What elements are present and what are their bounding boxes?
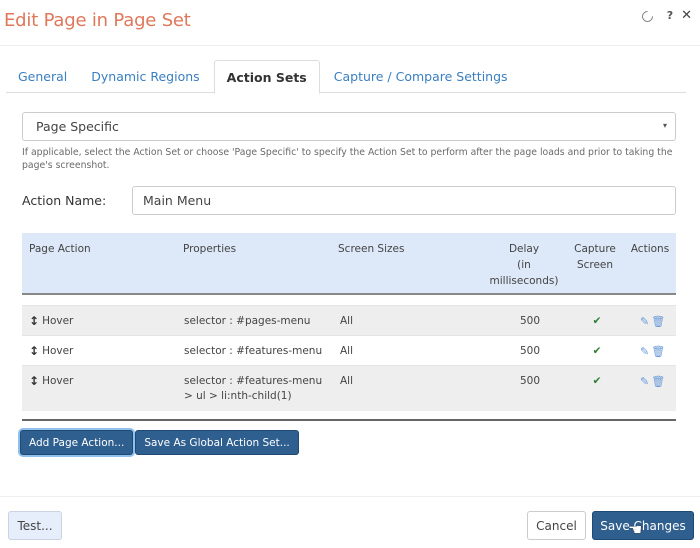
action-set-select-value: Page Specific — [36, 119, 119, 134]
row-page-action: Hover — [42, 315, 74, 327]
header-page-action: Page Action — [29, 243, 91, 255]
delete-icon[interactable]: 🗑 — [651, 374, 665, 389]
tab-bar: General Dynamic Regions Action Sets Capt… — [6, 60, 686, 94]
dialog-footer: Test... Cancel Save Changes — [0, 496, 700, 548]
add-page-action-button[interactable]: Add Page Action... — [20, 430, 134, 455]
tab-capture-compare-settings[interactable]: Capture / Compare Settings — [322, 60, 520, 93]
test-button[interactable]: Test... — [8, 511, 62, 540]
edit-icon[interactable]: ✎ — [640, 374, 649, 389]
tab-dynamic-regions[interactable]: Dynamic Regions — [79, 60, 211, 93]
table-row: ↕ Hover selector : #pages-menu All 500 ✔… — [22, 305, 676, 335]
row-screen-sizes: All — [340, 375, 354, 387]
close-icon[interactable]: ✕ — [681, 9, 692, 23]
header-actions: Actions — [630, 243, 670, 255]
page-actions-table: Page Action Properties Screen Sizes Dela… — [22, 233, 676, 421]
header-icons: ? ✕ — [639, 8, 692, 24]
save-changes-button[interactable]: Save Changes — [592, 511, 694, 540]
header-delay-line2: (in — [517, 259, 531, 271]
tab-general[interactable]: General — [6, 60, 79, 93]
row-delay: 500 — [519, 345, 541, 357]
cancel-button[interactable]: Cancel — [527, 511, 586, 540]
row-properties: selector : #features-menu — [184, 345, 323, 357]
table-body: ↕ Hover selector : #pages-menu All 500 ✔… — [22, 305, 676, 411]
delete-icon[interactable]: 🗑 — [651, 314, 665, 329]
table-button-row: Add Page Action... Save As Global Action… — [20, 430, 299, 455]
action-set-help-text: If applicable, select the Action Set or … — [22, 147, 673, 171]
action-name-label: Action Name: — [22, 193, 107, 208]
table-bottom-border — [22, 419, 676, 421]
tab-action-sets[interactable]: Action Sets — [213, 60, 320, 94]
edit-icon[interactable]: ✎ — [640, 314, 649, 329]
row-delay: 500 — [519, 315, 541, 327]
check-icon: ✔ — [592, 375, 602, 387]
drag-handle-icon[interactable]: ↕ — [29, 314, 39, 329]
header-screen-sizes: Screen Sizes — [338, 243, 405, 255]
header-delay: Delay (in milliseconds) — [484, 241, 564, 289]
row-page-action: Hover — [42, 345, 74, 357]
dialog-title: Edit Page in Page Set — [4, 10, 191, 31]
header-properties: Properties — [183, 243, 237, 255]
header-capture-line1: Capture — [574, 243, 616, 255]
table-row: ↕ Hover selector : #features-menu > ul >… — [22, 365, 676, 411]
row-page-action: Hover — [42, 375, 74, 387]
action-name-input[interactable] — [132, 186, 676, 215]
chevron-down-icon: ▾ — [662, 121, 667, 130]
check-icon: ✔ — [592, 315, 602, 327]
row-screen-sizes: All — [340, 345, 354, 357]
header-capture-screen: Capture Screen — [570, 241, 620, 273]
header-delay-line1: Delay — [508, 243, 540, 255]
delete-icon[interactable]: 🗑 — [651, 344, 665, 359]
row-properties: selector : #features-menu > ul > li:nth-… — [184, 375, 323, 402]
refresh-icon[interactable] — [639, 8, 655, 24]
row-properties: selector : #pages-menu — [184, 315, 311, 327]
check-icon: ✔ — [592, 345, 602, 357]
action-set-select[interactable]: Page Specific ▾ — [22, 112, 676, 141]
row-delay: 500 — [519, 375, 541, 387]
header-delay-line3: milliseconds) — [489, 275, 559, 287]
header-capture-line2: Screen — [576, 259, 614, 271]
row-screen-sizes: All — [340, 315, 354, 327]
save-as-global-action-set-button[interactable]: Save As Global Action Set... — [135, 430, 299, 455]
drag-handle-icon[interactable]: ↕ — [29, 374, 39, 389]
table-row: ↕ Hover selector : #features-menu All 50… — [22, 335, 676, 365]
dialog-header: Edit Page in Page Set ? ✕ — [0, 0, 700, 46]
help-icon[interactable]: ? — [667, 9, 673, 23]
table-header: Page Action Properties Screen Sizes Dela… — [22, 233, 676, 295]
edit-icon[interactable]: ✎ — [640, 344, 649, 359]
drag-handle-icon[interactable]: ↕ — [29, 344, 39, 359]
